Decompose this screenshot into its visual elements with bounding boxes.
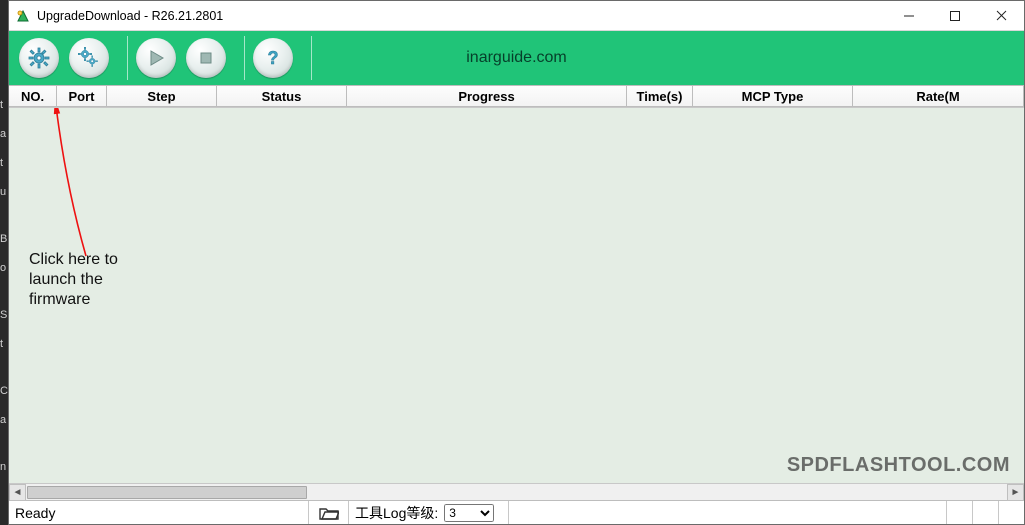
multi-settings-button[interactable] — [69, 38, 109, 78]
col-port[interactable]: Port — [57, 86, 107, 106]
toolbar-separator — [244, 36, 245, 80]
col-step[interactable]: Step — [107, 86, 217, 106]
app-window: UpgradeDownload - R26.21.2801 — [8, 0, 1025, 525]
watermark: SPDFLASHTOOL.COM — [787, 454, 1010, 477]
double-gear-icon — [77, 46, 101, 70]
scroll-left-button[interactable]: ◄ — [9, 484, 26, 501]
scroll-thumb[interactable] — [27, 486, 307, 499]
col-status[interactable]: Status — [217, 86, 347, 106]
play-icon — [146, 48, 166, 68]
minimize-button[interactable] — [886, 1, 932, 30]
toolbar-separator — [127, 36, 128, 80]
settings-button[interactable] — [19, 38, 59, 78]
help-button[interactable]: ? — [253, 38, 293, 78]
toolbar: ? inarguide.com — [9, 31, 1024, 85]
status-box — [998, 501, 1024, 524]
maximize-button[interactable] — [932, 1, 978, 30]
status-right-boxes — [946, 501, 1024, 524]
scroll-right-button[interactable]: ► — [1007, 484, 1024, 501]
status-box — [946, 501, 972, 524]
table-body: Click here to launch the firmware SPDFLA… — [9, 107, 1024, 483]
toolbar-separator — [311, 36, 312, 80]
titlebar: UpgradeDownload - R26.21.2801 — [9, 1, 1024, 31]
stop-icon — [196, 48, 216, 68]
status-ready: Ready — [9, 501, 309, 524]
horizontal-scrollbar[interactable]: ◄ ► — [9, 483, 1024, 500]
col-mcp[interactable]: MCP Type — [693, 86, 853, 106]
col-progress[interactable]: Progress — [347, 86, 627, 106]
folder-open-icon — [319, 506, 339, 520]
window-title: UpgradeDownload - R26.21.2801 — [37, 9, 223, 23]
table-header: NO. Port Step Status Progress Time(s) MC… — [9, 85, 1024, 107]
background-strip: tatuBoStCan — [0, 30, 8, 525]
window-controls — [886, 1, 1024, 30]
status-box — [972, 501, 998, 524]
stop-button[interactable] — [186, 38, 226, 78]
annotation-arrow-icon — [46, 107, 106, 266]
gear-icon — [27, 46, 51, 70]
status-folder-button[interactable] — [309, 501, 349, 524]
log-label: 工具Log等级: — [355, 503, 438, 523]
svg-text:?: ? — [268, 48, 279, 68]
col-time[interactable]: Time(s) — [627, 86, 693, 106]
question-icon: ? — [262, 47, 284, 69]
start-button[interactable] — [136, 38, 176, 78]
annotation-text: Click here to launch the firmware — [29, 250, 118, 310]
app-icon — [15, 8, 31, 24]
statusbar: Ready 工具Log等级: 3 — [9, 500, 1024, 524]
close-button[interactable] — [978, 1, 1024, 30]
col-rate[interactable]: Rate(M — [853, 86, 1024, 106]
log-level-select[interactable]: 3 — [444, 504, 494, 522]
status-log-level: 工具Log等级: 3 — [349, 501, 509, 524]
col-no[interactable]: NO. — [9, 86, 57, 106]
